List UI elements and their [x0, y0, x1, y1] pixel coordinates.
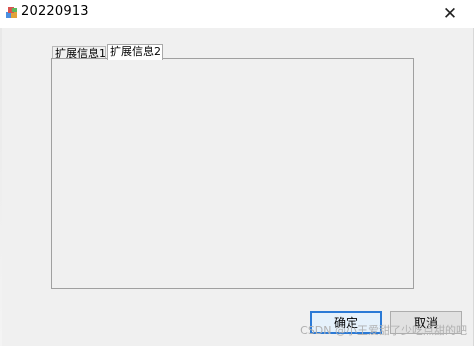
watermark: CSDN @小王爱甜了少吃点甜的吧	[300, 324, 467, 337]
dialog-window: 20220913 ✕ 扩展信息1 扩展信息2 确定 取消 CSDN @小王爱甜了…	[0, 0, 474, 346]
window-title: 20220913	[21, 4, 89, 19]
tab-content-panel	[51, 58, 414, 289]
tab-extended-info-2[interactable]: 扩展信息2	[107, 44, 163, 60]
title-bar: 20220913 ✕	[0, 0, 474, 28]
close-icon[interactable]: ✕	[430, 0, 470, 28]
window-border	[0, 28, 2, 346]
app-icon	[5, 5, 19, 19]
